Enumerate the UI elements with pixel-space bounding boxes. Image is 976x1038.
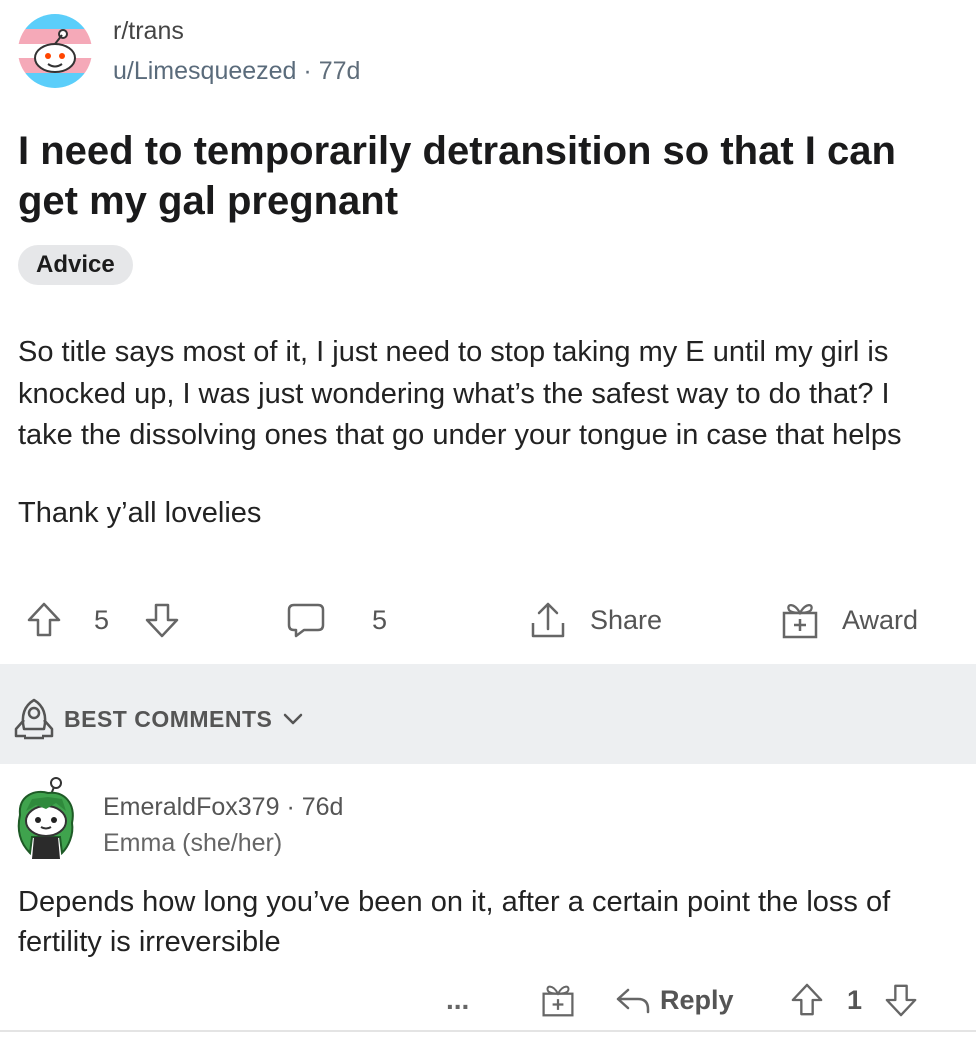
post-meta: u/Limesqueezed · 77d	[113, 57, 360, 86]
arrow-down-icon	[145, 603, 179, 638]
upvote-button[interactable]	[26, 590, 62, 650]
gift-icon	[782, 604, 818, 639]
subreddit-name[interactable]: r/trans	[113, 17, 184, 46]
meta-separator: ·	[286, 793, 302, 821]
post-score: 5	[94, 604, 110, 635]
comment-upvote-button[interactable]	[790, 975, 824, 1025]
share-icon	[531, 602, 565, 638]
share-label: Share	[590, 604, 663, 635]
gift-icon	[542, 985, 574, 1017]
meta-separator: ·	[303, 57, 319, 85]
comment-count: 5	[372, 604, 388, 635]
subreddit-avatar[interactable]	[18, 14, 92, 88]
reply-button[interactable]: Reply	[614, 975, 734, 1025]
award-button[interactable]: Award	[780, 590, 918, 650]
arrow-down-icon	[885, 984, 917, 1017]
post-title[interactable]: I need to temporarily detransition so th…	[18, 126, 938, 226]
chevron-down-icon	[284, 713, 303, 725]
comment-sort-selector[interactable]: BEST COMMENTS	[12, 696, 304, 742]
share-button[interactable]: Share	[528, 590, 662, 650]
post-action-bar: 5 5 Share Award	[0, 590, 976, 650]
downvote-button[interactable]	[144, 590, 180, 650]
more-options-button[interactable]: ...	[446, 975, 469, 1025]
arrow-up-icon	[791, 983, 823, 1016]
post-body: So title says most of it, I just need to…	[18, 332, 948, 534]
post-body-paragraph: Thank y’all lovelies	[18, 496, 262, 529]
comment-avatar[interactable]	[12, 775, 80, 865]
comment-award-button[interactable]	[540, 975, 576, 1025]
reply-arrow-icon	[616, 988, 650, 1014]
comment-text: Depends how long you’ve been on it, afte…	[18, 886, 891, 958]
comments-button[interactable]	[286, 590, 326, 650]
comment-author[interactable]: EmeraldFox379	[103, 793, 279, 821]
award-label: Award	[842, 604, 919, 635]
post-age: 77d	[318, 57, 361, 85]
rocket-icon	[14, 698, 54, 740]
comment-meta: EmeraldFox379 · 76d	[103, 793, 343, 822]
comment-score: 1	[847, 984, 863, 1015]
divider	[0, 1030, 976, 1032]
arrow-up-icon	[27, 602, 61, 637]
comment-age: 76d	[301, 793, 344, 821]
avatar	[17, 777, 74, 859]
post-flair[interactable]: Advice	[18, 245, 133, 285]
sort-label: BEST COMMENTS	[64, 705, 273, 732]
comment-downvote-button[interactable]	[884, 975, 918, 1025]
reply-label: Reply	[660, 984, 734, 1015]
post-body-paragraph: So title says most of it, I just need to…	[18, 336, 902, 451]
snoo-trans-flag-icon	[18, 14, 92, 88]
post-author[interactable]: u/Limesqueezed	[113, 57, 296, 85]
comment-bubble-icon	[287, 603, 325, 638]
comment-action-bar: ... Reply 1	[0, 975, 976, 1025]
comment-user-flair: Emma (she/her)	[103, 829, 283, 857]
